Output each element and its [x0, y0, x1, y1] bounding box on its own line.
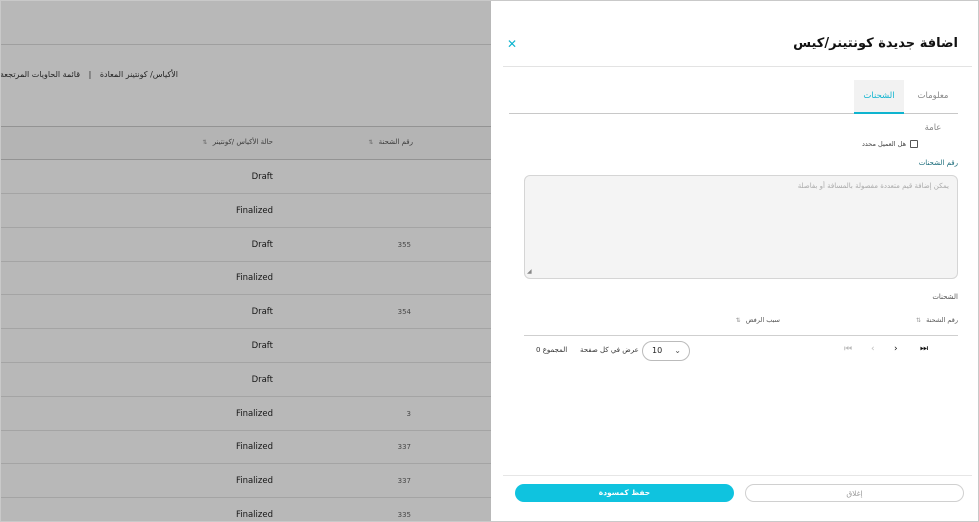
tab-general-info[interactable]: معلومات عامة [908, 80, 958, 133]
tab-shipments[interactable]: الشحنات [854, 80, 904, 114]
sort-icon[interactable]: ⇅ [736, 317, 741, 324]
drawer-title: اضافة جديدة كونتينر/كيس [793, 36, 958, 51]
app-frame: الأكياس/ كونتينر المعادة | قائمة الحاويا… [0, 0, 979, 522]
tab-bar: معلومات عامة الشحنات [509, 80, 958, 133]
footer-divider [503, 475, 972, 476]
shipment-numbers-textarea[interactable]: يمكن إضافة قيم متعددة مفصولة بالمسافة أو… [524, 175, 958, 279]
resize-handle-icon[interactable]: ◢ [527, 268, 532, 275]
save-draft-button[interactable]: حفظ كمسودة [515, 484, 734, 502]
add-container-drawer: اضافة جديدة كونتينر/كيس ✕ معلومات عامة ا… [491, 1, 978, 521]
shipments-table-header: رقم الشحنة ⇅ سبب الرفض ⇅ [524, 312, 958, 336]
column-header-reject-reason[interactable]: سبب الرفض ⇅ [736, 316, 780, 324]
close-button[interactable]: إغلاق [745, 484, 964, 502]
customer-specified-label: هل العميل محدد [861, 140, 906, 148]
first-page-icon[interactable]: ⏮ [844, 344, 852, 354]
column-header-shipment-no[interactable]: رقم الشحنة ⇅ [916, 316, 958, 324]
textarea-placeholder: يمكن إضافة قيم متعددة مفصولة بالمسافة أو… [797, 182, 949, 190]
chevron-down-icon: ⌄ [674, 346, 681, 355]
modal-backdrop[interactable] [1, 1, 491, 521]
shipments-section-title: الشحنات [932, 293, 958, 301]
per-page-label: عرض في كل صفحة [580, 346, 639, 354]
customer-specified-checkbox-row: هل العميل محدد [862, 140, 918, 148]
prev-page-icon[interactable]: ‹ [871, 344, 875, 354]
per-page-value: 10 [652, 346, 663, 355]
total-count: المجموع 0 [536, 346, 568, 354]
close-icon[interactable]: ✕ [507, 37, 517, 51]
next-page-icon[interactable]: › [894, 344, 898, 354]
per-page-select[interactable]: 10 ⌄ [642, 341, 690, 361]
pagination: المجموع 0 عرض في كل صفحة 10 ⌄ ⏮ ‹ › ⏭ [524, 340, 958, 362]
shipment-numbers-label: رقم الشحنات [918, 159, 958, 167]
last-page-icon[interactable]: ⏭ [920, 344, 928, 354]
divider [503, 66, 972, 67]
sort-icon[interactable]: ⇅ [916, 317, 921, 324]
customer-specified-checkbox[interactable] [910, 140, 918, 148]
